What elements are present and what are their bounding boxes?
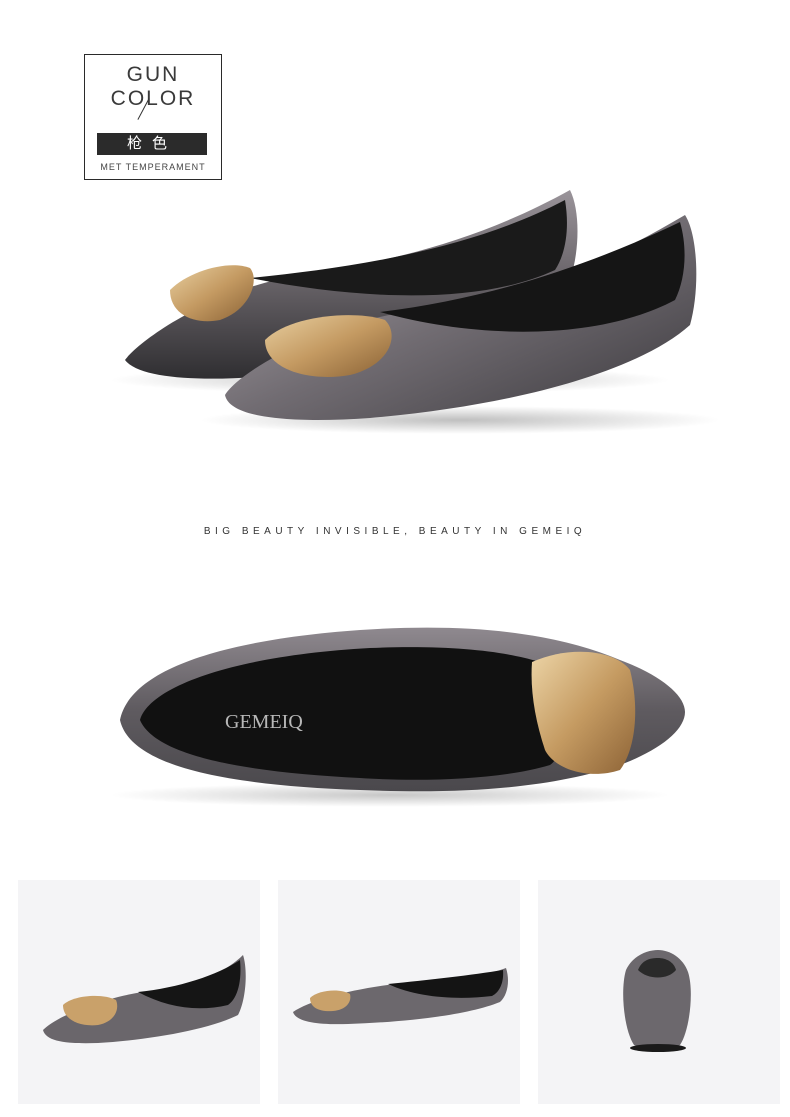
thumbnail-side-angle[interactable] <box>18 880 260 1104</box>
hero-shoe-pair-image <box>100 170 720 460</box>
shoe-top-view-image: GEMEIQ <box>100 600 700 830</box>
color-badge: GUN COLOR 枪色 MET TEMPERAMENT <box>84 54 222 180</box>
badge-chinese-label: 枪色 <box>97 133 207 155</box>
thumbnail-rear-view[interactable] <box>538 880 780 1104</box>
thumbnail-side-profile[interactable] <box>278 880 520 1104</box>
badge-title: GUN COLOR <box>110 63 196 110</box>
tagline: BIG BEAUTY INVISIBLE, BEAUTY IN GEMEIQ <box>203 526 587 537</box>
insole-brand-text: GEMEIQ <box>225 711 303 733</box>
